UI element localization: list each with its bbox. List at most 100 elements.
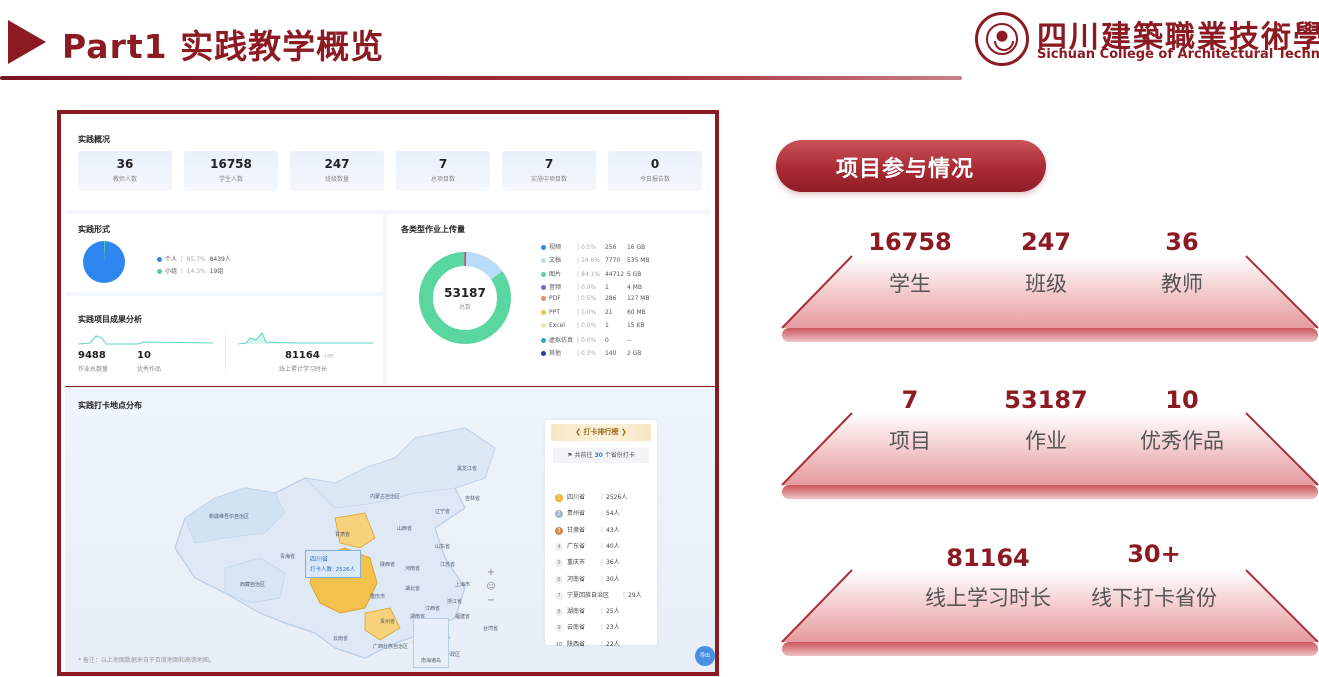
rank-row: 9 云南省 | 23人	[555, 622, 620, 633]
zoom-in-button[interactable]: +	[485, 566, 497, 580]
rank-number: 3	[555, 526, 563, 535]
rank-count: 29人	[628, 591, 642, 599]
rank-sep: |	[601, 494, 604, 501]
map-place-label: 黑龙江省	[457, 465, 477, 472]
upload-legend-item: 其他 | 0.3% 140 2 GB	[541, 348, 641, 357]
upload-type: 音频	[549, 283, 562, 291]
overview-title: 实践概况	[78, 135, 110, 144]
south-sea-label: 南海诸岛	[420, 658, 441, 664]
rank-row: 10 陕西省 | 22人	[555, 639, 620, 649]
rank-number: 10	[555, 640, 563, 649]
upload-count: 21	[604, 308, 613, 316]
excellent-value: 10	[137, 350, 151, 361]
rank-count: 40人	[606, 542, 620, 550]
rank-province: 贵州省	[567, 510, 586, 518]
legend-dot-icon	[541, 351, 546, 357]
legend-dot-icon	[541, 245, 546, 250]
map-place-label: 西藏自治区	[240, 581, 265, 588]
rank-summary-num: 30	[594, 452, 603, 459]
upload-count: 286	[604, 295, 617, 303]
upload-size: 5 GB	[626, 270, 642, 278]
kpi-label: 实施中项目数	[530, 176, 567, 183]
rank-sep: |	[601, 526, 604, 534]
rank-number: 7	[555, 591, 563, 600]
upload-pct: 0.0%	[580, 337, 597, 345]
upload-count: 0	[604, 337, 609, 345]
map-place-label: 福建省	[455, 613, 470, 620]
map-place-label: 辽宁省	[435, 508, 450, 515]
rank-number: 8	[555, 608, 563, 617]
kpi-card: 36 教师人数	[78, 151, 172, 191]
rank-number: 5	[555, 559, 563, 568]
stat-projects-label: 项目	[889, 429, 931, 453]
zoom-out-button[interactable]: −	[485, 594, 497, 608]
stat-excellent-label: 优秀作品	[1140, 429, 1224, 453]
upload-count: 140	[604, 350, 617, 358]
stat-homework-label: 作业	[1025, 429, 1067, 453]
map-title: 实践打卡地点分布	[78, 401, 142, 410]
china-map[interactable]: 黑龙江省吉林省 内蒙古自治区辽宁省新疆维吾尔自治区甘肃省 山西省山东省青海省陕西省河…	[165, 418, 505, 663]
upload-pct: 0.0%	[580, 308, 597, 316]
upload-size: 15 KB	[626, 321, 645, 329]
page-title: Part1 实践教学概览	[62, 27, 385, 66]
map-tooltip-value: 打卡人数: 2526人	[310, 567, 356, 573]
kpi-label: 学生人数	[218, 176, 243, 183]
dashboard-screenshot: 实践概况 36 教师人数 16758 学生人数 247 班级数量 7 总项目数 7 实施中项目数 0…	[57, 110, 719, 676]
legend-pct: 85.7%	[186, 256, 206, 263]
stat-provinces-label: 线下打卡省份	[1091, 586, 1217, 610]
export-button[interactable]: 导出	[695, 646, 715, 666]
map-place-label: 山西省	[397, 525, 412, 532]
flag-icon: ⚑	[567, 452, 573, 459]
upload-pct: 0.0%	[580, 283, 597, 291]
kpi-value: 0	[650, 157, 660, 171]
upload-size: --	[626, 337, 632, 345]
stat-homework-value: 53187	[1004, 386, 1088, 414]
rank-count: 23人	[606, 624, 620, 632]
map-place-label: 广西壮族自治区	[373, 643, 408, 650]
legend-name: 个人	[165, 256, 178, 263]
rank-row: 4 广东省 | 40人	[555, 541, 620, 551]
map-place-label: 湖北省	[405, 585, 420, 592]
upload-type: PPT	[549, 308, 560, 316]
form-legend-item: 个人 | 85.7% 8439人	[157, 254, 231, 263]
homework-total-label: 作业总数量	[78, 366, 109, 373]
upload-pct: 84.1%	[580, 270, 600, 278]
rank-summary-post: 个省份打卡	[604, 452, 635, 459]
map-place-label: 吉林省	[465, 495, 480, 502]
upload-size: 16 GB	[626, 244, 646, 251]
rank-province: 湖南省	[567, 608, 586, 616]
kpi-label: 今日报告数	[639, 176, 670, 183]
rank-number: 9	[555, 624, 563, 633]
kpi-label: 班级数量	[324, 176, 349, 183]
upload-legend-item: 音频 | 0.0% 1 4 MB	[541, 282, 642, 291]
rank-count: 2526人	[606, 494, 628, 501]
rank-row: 6 河南省 | 30人	[555, 574, 620, 584]
upload-type: Excel	[549, 321, 565, 329]
rank-sep: |	[623, 591, 626, 599]
online-hours-unit: 小时	[323, 354, 334, 360]
map-place-label: 江苏省	[440, 561, 455, 568]
rank-province: 甘肃省	[567, 526, 586, 534]
upload-count: 1	[604, 283, 609, 291]
kpi-value: 7	[438, 157, 448, 171]
legend-sep: |	[177, 256, 187, 263]
stat-online-hours-label: 线上学习时长	[925, 586, 1051, 610]
rank-sep: |	[601, 510, 604, 518]
map-note: * 备注：以上地图数据来自于百度地图和高德地图。	[78, 657, 215, 664]
rank-sep: |	[601, 608, 604, 616]
form-pie-chart	[83, 240, 125, 283]
rank-province: 广东省	[567, 542, 586, 550]
upload-type: 虚拟仿真	[549, 337, 574, 345]
map-place-label: 陕西省	[380, 561, 395, 568]
rank-number: 1	[555, 494, 563, 502]
kpi-card: 7 实施中项目数	[502, 151, 596, 191]
map-tooltip: 四川省 打卡人数: 2526人	[305, 550, 361, 578]
upload-legend-item: 虚拟仿真 | 0.0% 0 --	[541, 335, 631, 344]
upload-pct: 0.3%	[580, 350, 597, 358]
rank-province: 河南省	[567, 575, 586, 583]
upload-count: 44712	[604, 270, 625, 278]
zoom-reset-icon[interactable]: ☺	[485, 580, 497, 594]
stat-excellent-value: 10	[1165, 386, 1199, 414]
upload-pct: 0.0%	[580, 321, 597, 329]
rank-number: 4	[555, 542, 563, 551]
